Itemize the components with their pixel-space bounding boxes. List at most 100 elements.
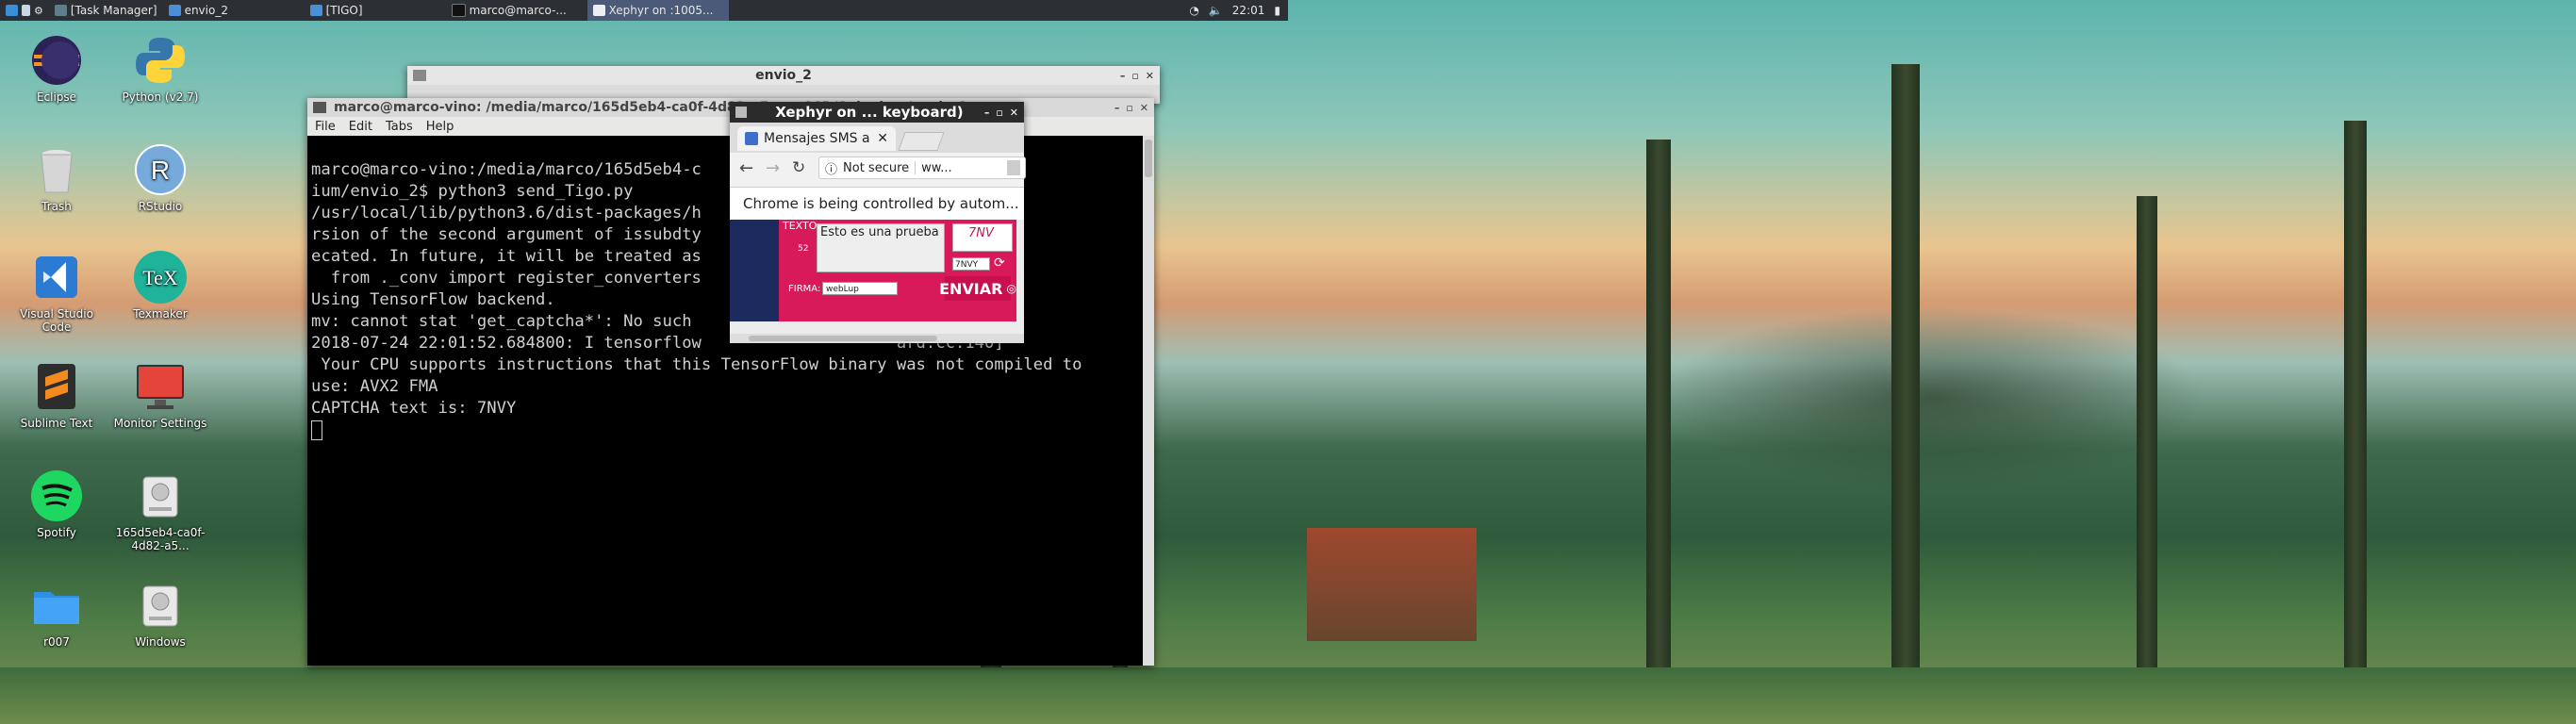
spotify-icon xyxy=(28,468,85,524)
menu-tabs[interactable]: Tabs xyxy=(386,120,413,134)
close-button[interactable]: ✕ xyxy=(1010,107,1018,119)
wallpaper-building xyxy=(1307,528,1477,641)
minimize-button[interactable]: – xyxy=(1115,102,1120,114)
xephyr-title: Xephyr on ... keyboard) xyxy=(775,104,964,121)
system-tray: ◔ 🔈 22:01 ▮ xyxy=(1189,4,1288,17)
window-title: envio_2 xyxy=(755,68,812,83)
divider xyxy=(915,161,916,174)
desktop-icon-spotify[interactable]: Spotify xyxy=(9,468,104,539)
window-controls: – ▫ ✕ xyxy=(1115,102,1148,114)
rstudio-icon: R xyxy=(132,141,189,198)
wallpaper-ground xyxy=(0,667,1288,724)
sms-form: TEXTO 52 Esto es una prueba 7NV 7NVY ⟳ F… xyxy=(779,220,1016,321)
texmaker-icon: TeX xyxy=(132,249,189,305)
desktop-icon-rstudio[interactable]: R RStudio xyxy=(113,141,207,213)
terminal-line: CAPTCHA text is: 7NVY xyxy=(311,399,517,418)
minimize-button[interactable]: – xyxy=(1120,70,1126,82)
menu-edit[interactable]: Edit xyxy=(349,120,372,134)
desktop-icon-label: 165d5eb4-ca0f-4d82-a5... xyxy=(115,526,206,552)
address-bar[interactable]: ⓘ Not secure ww... ☆ xyxy=(818,156,1026,179)
desktop-icon-r007[interactable]: r007 xyxy=(9,577,104,649)
desktop-icon-sublime[interactable]: Sublime Text xyxy=(9,358,104,430)
scrollbar-thumb[interactable] xyxy=(1145,140,1152,177)
desktop-icon-texmaker[interactable]: TeX Texmaker xyxy=(113,249,207,321)
scrollbar-thumb[interactable] xyxy=(749,336,937,341)
terminal-scrollbar[interactable] xyxy=(1143,136,1154,666)
wallpaper-tree xyxy=(2137,196,2157,724)
security-label: Not secure xyxy=(843,160,910,175)
menu-help[interactable]: Help xyxy=(426,120,454,134)
tab-title: Mensajes SMS a cel xyxy=(764,131,871,146)
firma-input[interactable]: webLup xyxy=(822,282,898,295)
firma-label: FIRMA: xyxy=(788,284,821,294)
taskbar-item-task-manager[interactable]: [Task Manager] xyxy=(49,0,163,21)
maximize-button[interactable]: ▫ xyxy=(1131,70,1138,82)
battery-icon[interactable]: ▮ xyxy=(1274,4,1280,17)
window-icon xyxy=(735,107,747,118)
python-icon xyxy=(132,32,189,89)
desktop-icon-label: Spotify xyxy=(37,526,76,539)
drive-icon xyxy=(132,577,189,634)
wifi-icon[interactable]: ◔ xyxy=(1189,4,1198,17)
window-controls: – ▫ ✕ xyxy=(984,107,1018,119)
close-tab-icon[interactable]: ✕ xyxy=(877,131,888,146)
captcha-input[interactable]: 7NVY xyxy=(952,257,990,271)
desktop-icon-drive-165d5eb4[interactable]: 165d5eb4-ca0f-4d82-a5... xyxy=(113,468,207,552)
clock[interactable]: 22:01 xyxy=(1232,4,1265,17)
desktop-icon-windows[interactable]: Windows xyxy=(113,577,207,649)
desktop-icon-label: RStudio xyxy=(138,200,183,213)
desktop-icon-vscode[interactable]: Visual Studio Code xyxy=(9,249,104,334)
send-button-label: ENVIAR xyxy=(939,279,1003,298)
extension-icon[interactable] xyxy=(1007,160,1020,175)
taskbar: ⚙ [Task Manager] envio_2 [TIGO] marco@ma… xyxy=(0,0,1288,21)
refresh-captcha-icon[interactable]: ⟳ xyxy=(994,255,1005,271)
window-controls: – ▫ ✕ xyxy=(1120,70,1154,82)
send-button[interactable]: ENVIAR ◎ xyxy=(939,276,1016,301)
reload-icon[interactable]: ↻ xyxy=(792,158,805,177)
taskbar-item-tigo[interactable]: [TIGO] xyxy=(305,0,446,21)
desktop-icon-label: Sublime Text xyxy=(20,417,93,430)
char-count: 52 xyxy=(798,244,809,254)
taskbar-item-envio2[interactable]: envio_2 xyxy=(163,0,305,21)
sublime-icon xyxy=(28,358,85,415)
page-sidebar xyxy=(730,220,779,321)
desktop-icon-label: Trash xyxy=(41,200,72,213)
xephyr-window[interactable]: Xephyr on ... keyboard) – ▫ ✕ Mensajes S… xyxy=(730,102,1026,343)
taskbar-item-label: Xephyr on :1005... xyxy=(608,4,714,17)
xephyr-titlebar[interactable]: Xephyr on ... keyboard) – ▫ ✕ xyxy=(730,102,1024,123)
app-menu-button[interactable]: ⚙ xyxy=(0,0,49,21)
captcha-image: 7NV xyxy=(952,223,1013,252)
message-textarea[interactable]: Esto es una prueba xyxy=(817,223,945,272)
terminal-line: use: AVX2 FMA xyxy=(311,377,438,396)
back-icon[interactable]: ← xyxy=(739,158,753,178)
wallpaper-ground xyxy=(1288,667,2576,724)
desktop-icon-label: Windows xyxy=(135,635,186,649)
wallpaper xyxy=(1288,0,2576,724)
maximize-button[interactable]: ▫ xyxy=(1126,102,1132,114)
new-tab-button[interactable] xyxy=(898,132,945,151)
volume-icon[interactable]: 🔈 xyxy=(1209,4,1223,17)
desktop-icon-python[interactable]: Python (v2.7) xyxy=(113,32,207,104)
svg-text:R: R xyxy=(151,156,170,185)
desktop-icon-eclipse[interactable]: Eclipse xyxy=(9,32,104,104)
favicon-icon xyxy=(745,132,758,145)
menu-file[interactable]: File xyxy=(315,120,336,134)
taskbar-item-xephyr[interactable]: Xephyr on :1005... xyxy=(586,0,729,21)
taskbar-item-label: [TIGO] xyxy=(325,4,363,17)
chrome-tab[interactable]: Mensajes SMS a cel ✕ xyxy=(737,126,896,151)
desktop-icon-trash[interactable]: Trash xyxy=(9,141,104,213)
forward-icon[interactable]: → xyxy=(766,158,780,178)
wallpaper-tree xyxy=(1891,64,1920,724)
minimize-button[interactable]: – xyxy=(984,107,990,119)
desktop-icon-label: Visual Studio Code xyxy=(20,307,93,334)
maximize-button[interactable]: ▫ xyxy=(996,107,1002,119)
window-titlebar[interactable]: envio_2 – ▫ ✕ xyxy=(407,66,1160,85)
taskbar-item-terminal[interactable]: marco@marco-... xyxy=(446,0,587,21)
desktop-icon-label: Monitor Settings xyxy=(113,417,207,430)
desktop-icon-monitor-settings[interactable]: Monitor Settings xyxy=(113,358,207,430)
horizontal-scrollbar[interactable] xyxy=(730,334,1024,343)
close-button[interactable]: ✕ xyxy=(1146,70,1154,82)
svg-text:TeX: TeX xyxy=(142,266,178,289)
close-button[interactable]: ✕ xyxy=(1140,102,1148,114)
monitor-left: ⚙ [Task Manager] envio_2 [TIGO] marco@ma… xyxy=(0,0,1288,724)
